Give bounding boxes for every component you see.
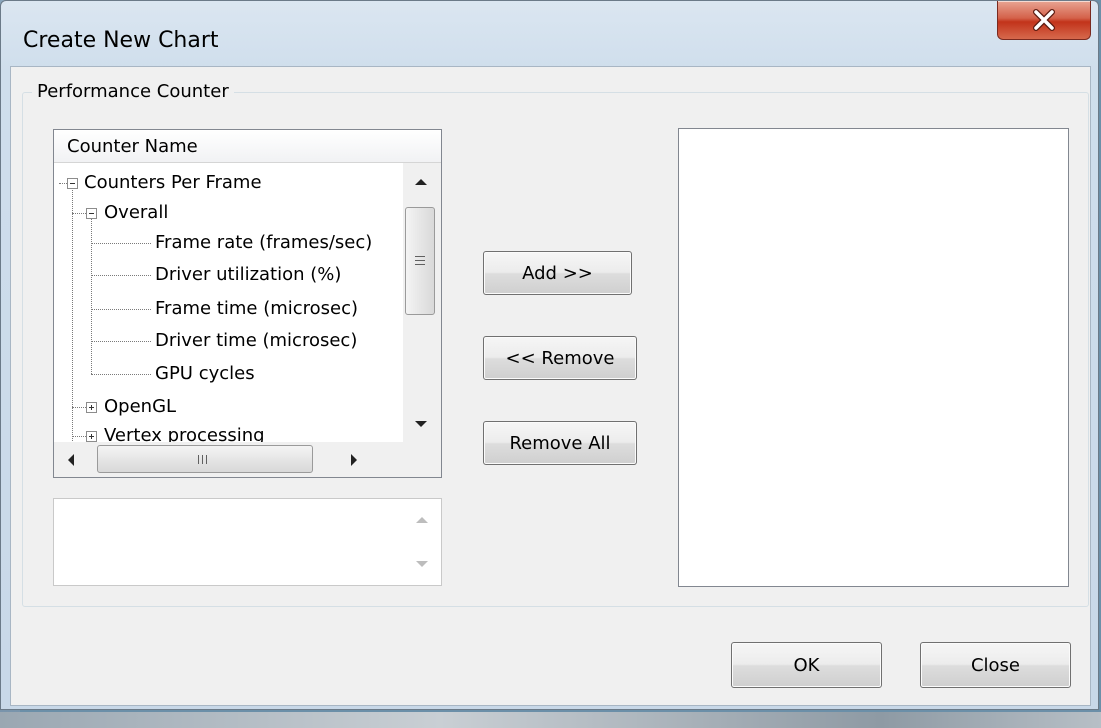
close-button[interactable]: Close [920,642,1071,688]
close-icon [1033,9,1055,31]
collapse-icon[interactable] [67,178,78,189]
description-scrollbar[interactable] [403,499,441,585]
desktop-background-bottom [0,712,1101,728]
tree-area: Counters Per Frame Overall Frame rate (f… [54,163,403,442]
expand-icon[interactable] [86,431,97,442]
tree-connector [59,183,67,184]
tree-node-overall[interactable]: Overall [104,199,168,227]
tree-connector [72,436,86,437]
tree-node-vertex-processing[interactable]: Vertex processing [104,422,265,442]
counter-description-box[interactable] [53,498,442,586]
ok-button[interactable]: OK [731,642,882,688]
tree-connector [91,374,151,375]
tree-connector [91,275,151,276]
tree-connector [72,188,73,441]
tree-leaf-driver-utilization[interactable]: Driver utilization (%) [155,261,341,289]
tree-node-counters-per-frame[interactable]: Counters Per Frame [84,169,262,197]
tree-connector [91,243,151,244]
scroll-down-arrow-icon[interactable] [416,561,428,567]
tree-node-opengl[interactable]: OpenGL [104,393,176,421]
tree-leaf-driver-time[interactable]: Driver time (microsec) [155,327,357,355]
remove-button[interactable]: << Remove [483,336,637,380]
column-header-label: Counter Name [67,136,198,157]
window-title: Create New Chart [23,28,219,53]
selected-counters-list[interactable] [678,128,1069,587]
vertical-scroll-thumb[interactable] [405,207,435,315]
scroll-right-arrow-icon[interactable] [351,454,357,466]
tree-vertical-scrollbar[interactable] [403,163,441,442]
tree-leaf-frame-time[interactable]: Frame time (microsec) [155,295,358,323]
tree-horizontal-scrollbar[interactable] [54,442,403,477]
horizontal-scroll-thumb[interactable] [97,445,313,473]
tree-connector [72,213,86,214]
scroll-left-arrow-icon[interactable] [68,454,74,466]
counter-tree[interactable]: Counter Name Counters Per Frame Overall … [53,129,442,478]
column-header-counter-name[interactable]: Counter Name [54,130,441,163]
collapse-icon[interactable] [86,208,97,219]
add-button[interactable]: Add >> [483,251,632,295]
scroll-down-arrow-icon[interactable] [415,421,427,427]
tree-connector [91,218,92,374]
group-label: Performance Counter [32,81,234,102]
scroll-up-arrow-icon[interactable] [416,517,428,523]
expand-icon[interactable] [86,402,97,413]
tree-connector [91,309,151,310]
scroll-up-arrow-icon[interactable] [415,179,427,185]
tree-connector [72,407,86,408]
remove-all-button[interactable]: Remove All [483,421,637,465]
window-close-button[interactable] [997,1,1091,40]
scrollbar-corner [403,442,441,477]
tree-connector [91,341,151,342]
tree-leaf-frame-rate[interactable]: Frame rate (frames/sec) [155,229,372,257]
tree-leaf-gpu-cycles[interactable]: GPU cycles [155,360,255,388]
